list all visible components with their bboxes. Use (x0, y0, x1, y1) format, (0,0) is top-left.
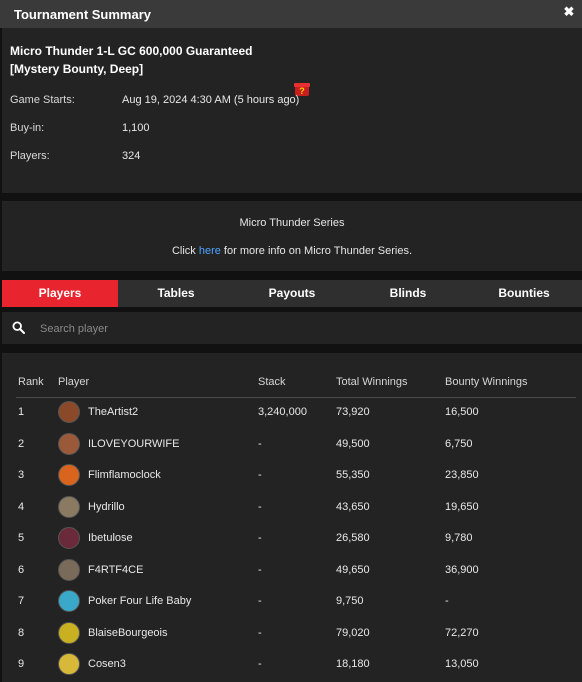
tournament-name: Micro Thunder 1-L GC 600,000 Guaranteed … (10, 44, 253, 76)
summary-panel: Micro Thunder 1-L GC 600,000 Guaranteed … (2, 28, 582, 193)
avatar (58, 590, 80, 612)
table-row[interactable]: 4 Hydrillo - 43,650 19,650 (2, 493, 582, 523)
tab-tables[interactable]: Tables (118, 280, 234, 307)
total-winnings-cell: 49,500 (336, 437, 370, 450)
total-winnings-cell: 79,020 (336, 626, 370, 639)
total-winnings-cell: 73,920 (336, 406, 370, 418)
table-row[interactable]: 3 Flimflamoclock - 55,350 23,850 (2, 461, 582, 491)
tab-payouts[interactable]: Payouts (234, 280, 350, 307)
total-winnings-cell: 43,650 (336, 500, 370, 513)
player-name[interactable]: Poker Four Life Baby (88, 595, 191, 607)
game-starts-label: Game Starts: (10, 94, 75, 106)
bounty-winnings-cell: 16,500 (445, 406, 479, 418)
column-header-stack: Stack (258, 376, 286, 388)
stack-cell: - (258, 500, 262, 513)
rank-cell: 3 (18, 469, 25, 481)
svg-text:?: ? (299, 86, 305, 96)
total-winnings-cell: 49,650 (336, 563, 370, 576)
avatar (58, 653, 80, 675)
rank-cell: 5 (18, 532, 25, 544)
avatar (58, 527, 80, 549)
search-bar (2, 312, 582, 344)
stack-cell: - (258, 595, 262, 607)
column-header-player: Player (58, 376, 90, 388)
stack-cell: 3,240,000 (258, 406, 307, 418)
avatar (58, 401, 80, 423)
stack-cell: - (258, 532, 262, 544)
series-panel: Micro Thunder Series Click here for more… (2, 201, 582, 271)
search-input[interactable] (38, 318, 562, 340)
stack-cell: - (258, 469, 262, 481)
table-row[interactable]: 9 Cosen3 - 18,180 13,050 (2, 650, 582, 680)
series-info-prefix: Click (171, 245, 199, 257)
rank-cell: 8 (18, 626, 25, 639)
avatar (58, 621, 80, 644)
table-row[interactable]: 2 ILOVEYOURWIFE - 49,500 6,750 (2, 430, 582, 460)
buy-in-value: 1,100 (122, 122, 150, 134)
table-row[interactable]: 6 F4RTF4CE - 49,650 36,900 (2, 556, 582, 586)
avatar (58, 495, 80, 518)
bounty-winnings-cell: 9,780 (445, 532, 473, 544)
bounty-winnings-cell: 19,650 (445, 500, 479, 513)
bounty-winnings-cell: 13,050 (445, 658, 479, 670)
bounty-winnings-cell: 72,270 (445, 626, 479, 639)
game-starts-value: Aug 19, 2024 4:30 AM (5 hours ago) (122, 94, 300, 106)
tab-bounties[interactable]: Bounties (466, 280, 582, 307)
bounty-winnings-cell: 23,850 (445, 469, 479, 481)
avatar (58, 464, 80, 486)
stack-cell: - (258, 658, 262, 670)
rank-cell: 2 (18, 437, 25, 450)
player-name[interactable]: TheArtist2 (88, 406, 138, 418)
bounty-winnings-cell: 36,900 (445, 563, 479, 576)
total-winnings-cell: 26,580 (336, 532, 370, 544)
table-row[interactable]: 5 Ibetulose - 26,580 9,780 (2, 524, 582, 554)
buy-in-label: Buy-in: (10, 122, 45, 134)
stack-cell: - (258, 626, 262, 639)
player-name[interactable]: ILOVEYOURWIFE (88, 438, 179, 450)
stack-cell: - (258, 437, 262, 450)
total-winnings-cell: 18,180 (336, 658, 370, 670)
series-title: Micro Thunder Series (239, 217, 345, 229)
stack-cell: - (258, 563, 262, 576)
total-winnings-cell: 9,750 (336, 595, 364, 607)
window-titlebar: Tournament Summary ✖ (0, 0, 582, 28)
column-header-total-winnings: Total Winnings (336, 376, 408, 388)
table-row[interactable]: 8 BlaiseBourgeois - 79,020 72,270 (2, 619, 582, 649)
player-name[interactable]: Ibetulose (88, 532, 133, 544)
tab-players[interactable]: Players (2, 280, 118, 307)
series-info-link[interactable]: here (199, 245, 221, 257)
rank-cell: 7 (18, 595, 25, 607)
column-header-rank: Rank (18, 376, 44, 388)
tab-bar: Players Tables Payouts Blinds Bounties (2, 280, 582, 307)
tab-blinds[interactable]: Blinds (350, 280, 466, 307)
avatar (58, 432, 80, 455)
series-info: Click here for more info on Micro Thunde… (2, 245, 582, 257)
player-name[interactable]: BlaiseBourgeois (88, 627, 168, 639)
rank-cell: 9 (18, 658, 25, 670)
avatar (58, 558, 80, 581)
players-value: 324 (122, 150, 141, 162)
rank-cell: 6 (18, 563, 25, 576)
window-title: Tournament Summary (14, 7, 152, 22)
players-table: Rank Player Stack Total Winnings Bounty … (2, 353, 582, 682)
rank-cell: 4 (18, 500, 25, 513)
player-name[interactable]: Flimflamoclock (88, 469, 161, 481)
player-name[interactable]: F4RTF4CE (88, 564, 143, 576)
series-info-suffix: for more info on Micro Thunder Series. (220, 245, 413, 257)
bounty-winnings-cell: 6,750 (445, 437, 473, 450)
players-label: Players: (10, 150, 50, 162)
column-header-bounty-winnings: Bounty Winnings (445, 376, 528, 388)
search-icon (12, 321, 25, 334)
player-name[interactable]: Cosen3 (88, 658, 126, 670)
table-row[interactable]: 7 Poker Four Life Baby - 9,750 - (2, 587, 582, 617)
bounty-winnings-cell: - (445, 595, 449, 607)
table-row[interactable]: 1 TheArtist2 3,240,000 73,920 16,500 (2, 398, 582, 428)
total-winnings-cell: 55,350 (336, 469, 370, 481)
player-name[interactable]: Hydrillo (88, 501, 125, 513)
rank-cell: 1 (18, 406, 25, 418)
close-icon[interactable]: ✖ (562, 5, 576, 19)
